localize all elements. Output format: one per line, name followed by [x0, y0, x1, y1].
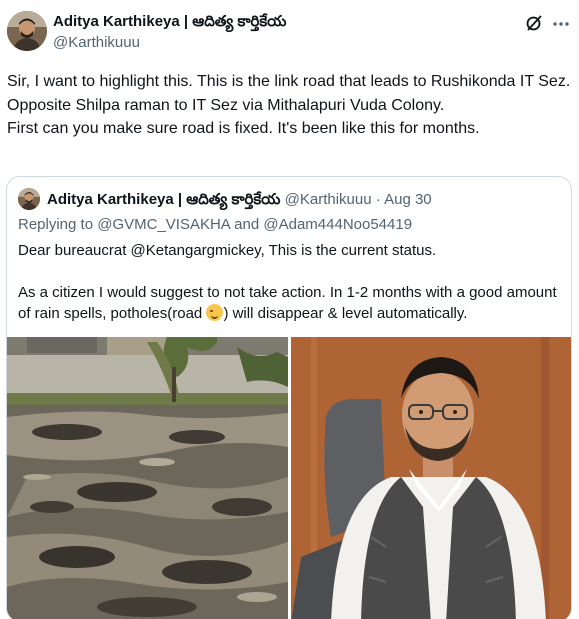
more-icon[interactable]	[551, 13, 571, 33]
quoted-tweet-text: Dear bureaucrat @Ketangargmickey, This i…	[18, 240, 563, 324]
road-potholes-photo[interactable]	[7, 337, 288, 619]
replying-to: Replying to @GVMC_VISAKHA and @Adam444No…	[18, 216, 412, 233]
author-handle[interactable]: @Karthikuuu	[53, 34, 140, 51]
winking-face-icon	[206, 304, 224, 321]
grok-icon[interactable]	[524, 13, 544, 33]
quoted-tweet-card[interactable]: Aditya Karthikeya | ఆదిత్య కార్తికేయ @Ka…	[6, 176, 572, 619]
quoted-author-handle[interactable]: @Karthikuuu	[285, 191, 372, 208]
replying-mention-gvmc[interactable]: @GVMC_VISAKHA	[97, 216, 230, 233]
author-avatar[interactable]	[7, 11, 47, 51]
quoted-tweet-date[interactable]: Aug 30	[384, 191, 432, 208]
quoted-text-part-2: ) will disappear & level automatically.	[223, 305, 468, 322]
tweet-text: Sir, I want to highlight this. This is t…	[7, 73, 571, 137]
official-portrait-photo[interactable]	[291, 337, 571, 619]
replying-and: and	[234, 216, 260, 233]
date-separator: ·	[375, 191, 381, 208]
quoted-author-avatar[interactable]	[18, 188, 40, 210]
quoted-tweet-header: Aditya Karthikeya | ఆదిత్య కార్తికేయ @Ka…	[47, 191, 432, 212]
replying-prefix: Replying to	[18, 216, 94, 233]
author-name[interactable]: Aditya Karthikeya | ఆదిత్య కార్తికేయ	[53, 13, 286, 34]
replying-mention-adam[interactable]: @Adam444Noo54419	[263, 216, 412, 233]
quoted-author-name[interactable]: Aditya Karthikeya | ఆదిత్య కార్తికేయ	[47, 191, 280, 208]
